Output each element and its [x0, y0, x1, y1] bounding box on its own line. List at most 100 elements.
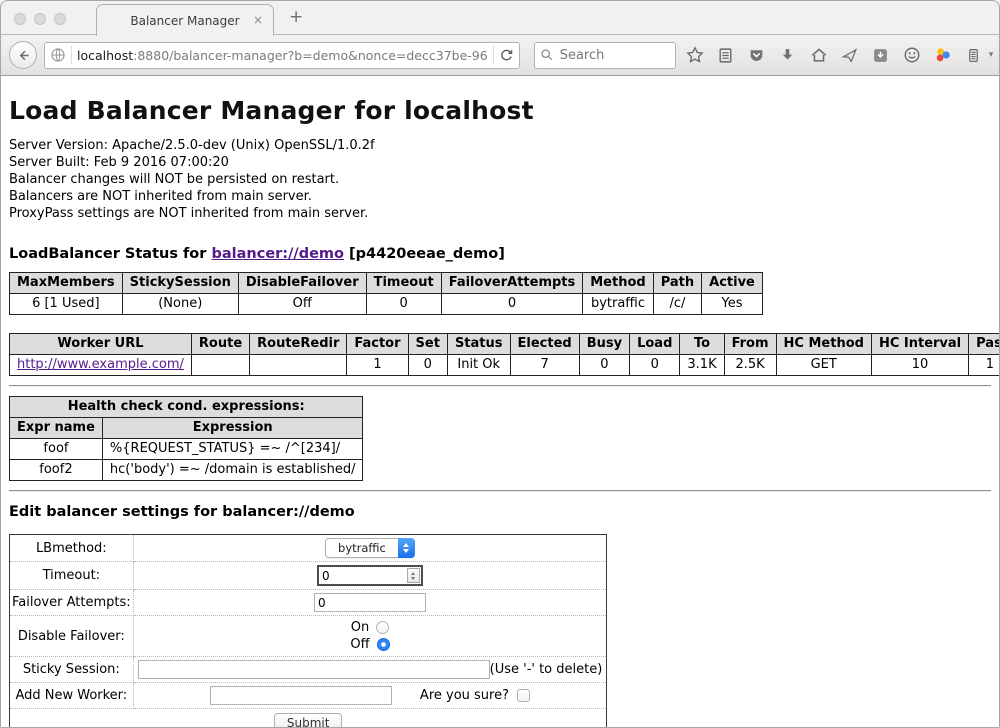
table-title-row: Health check cond. expressions: [10, 397, 363, 418]
color-dots-icon [934, 46, 952, 64]
status-heading-prefix: LoadBalancer Status for [9, 246, 211, 262]
status-cell: Init Ok [447, 355, 510, 376]
expression-cell: %{REQUEST_STATUS} =~ /^[234]/ [102, 439, 363, 460]
column-header: To [680, 334, 724, 355]
failover-attempts-label: Failover Attempts: [10, 590, 134, 616]
star-icon [686, 46, 704, 64]
home-button[interactable] [807, 43, 831, 67]
disable-failover-on-radio[interactable] [376, 621, 389, 634]
busy-cell: 0 [579, 355, 629, 376]
from-cell: 2.5K [724, 355, 776, 376]
url-path: :8880/balancer-manager?b=demo&nonce=decc… [133, 48, 488, 63]
balancer-status-table: MaxMembers StickySession DisableFailover… [9, 272, 763, 315]
site-identity-globe-icon[interactable] [50, 47, 66, 63]
worker-url-cell: http://www.example.com/ [10, 355, 192, 376]
status-heading-suffix: [p4420eeae_demo] [344, 246, 505, 262]
back-button[interactable] [9, 41, 37, 69]
are-you-sure-checkbox[interactable] [517, 689, 530, 702]
inherit-note-line: Balancers are NOT inherited from main se… [9, 188, 991, 205]
timeout-input[interactable] [319, 569, 407, 583]
bookmark-star-button[interactable] [683, 43, 707, 67]
search-bar[interactable] [534, 42, 676, 69]
pocket-button[interactable] [745, 43, 769, 67]
balancer-demo-link[interactable]: balancer://demo [211, 246, 344, 262]
reload-icon[interactable] [499, 48, 514, 63]
stickysession-cell: (None) [122, 294, 238, 315]
failover-attempts-input[interactable] [314, 593, 426, 612]
form-row-timeout: Timeout: [10, 562, 607, 590]
server-built-line: Server Built: Feb 9 2016 07:00:20 [9, 154, 991, 171]
health-check-table: Health check cond. expressions: Expr nam… [9, 396, 363, 481]
battery-icon [965, 47, 982, 64]
minimize-window-button[interactable] [34, 13, 46, 25]
maxmembers-cell: 6 [1 Used] [10, 294, 123, 315]
url-text[interactable]: localhost:8880/balancer-manager?b=demo&n… [77, 48, 488, 63]
radio-on-label: On [351, 619, 369, 636]
column-header: Status [447, 334, 510, 355]
persist-note-line: Balancer changes will NOT be persisted o… [9, 171, 991, 188]
url-bar[interactable]: localhost:8880/balancer-manager?b=demo&n… [44, 42, 520, 69]
form-row-failover-attempts: Failover Attempts: [10, 590, 607, 616]
overflow-caret-icon[interactable]: ▾ [989, 50, 994, 60]
worker-url-link[interactable]: http://www.example.com/ [17, 357, 184, 372]
edit-balancer-form: LBmethod: bytraffic Timeout: [9, 534, 607, 727]
worker-row: http://www.example.com/ 1 0 Init Ok 7 0 … [10, 355, 1000, 376]
to-cell: 3.1K [680, 355, 724, 376]
send-tab-button[interactable] [838, 43, 862, 67]
color-tool-button[interactable] [931, 43, 955, 67]
radio-off-label: Off [350, 636, 369, 653]
set-cell: 0 [408, 355, 447, 376]
disable-failover-off-radio[interactable] [377, 638, 390, 651]
submit-button[interactable]: Submit [274, 713, 343, 727]
zoom-window-button[interactable] [54, 13, 66, 25]
search-input[interactable] [558, 47, 658, 64]
column-header: From [724, 334, 776, 355]
path-cell: /c/ [653, 294, 701, 315]
number-spinner-icon[interactable] [407, 568, 420, 583]
timeout-label: Timeout: [10, 562, 134, 590]
column-header: DisableFailover [238, 273, 366, 294]
downloads-panel-button[interactable] [869, 43, 893, 67]
browser-window: Balancer Manager × + localhost:8880/bala… [0, 0, 1000, 728]
column-header: Path [653, 273, 701, 294]
battery-panel-button[interactable] [962, 43, 986, 67]
select-stepper-icon [398, 538, 415, 558]
expression-cell: hc('body') =~ /domain is established/ [102, 460, 363, 481]
edit-balancer-heading: Edit balancer settings for balancer://de… [9, 504, 991, 520]
new-tab-button[interactable]: + [289, 7, 303, 27]
close-window-button[interactable] [14, 13, 26, 25]
factor-cell: 1 [347, 355, 408, 376]
sticky-session-input[interactable] [138, 660, 490, 679]
elected-cell: 7 [510, 355, 579, 376]
column-header: Set [408, 334, 447, 355]
divider [9, 385, 991, 387]
form-row-disable-failover: Disable Failover: On Off [10, 616, 607, 657]
divider [9, 490, 991, 492]
column-header: Factor [347, 334, 408, 355]
worker-status-table: Worker URL Route RouteRedir Factor Set S… [9, 333, 999, 376]
feedback-button[interactable] [900, 43, 924, 67]
smiley-icon [903, 46, 921, 64]
column-header: Worker URL [10, 334, 192, 355]
column-header: Busy [579, 334, 629, 355]
form-row-add-worker: Add New Worker: Are you sure? [10, 683, 607, 709]
column-header: Expression [102, 418, 363, 439]
table-header-row: Expr name Expression [10, 418, 363, 439]
column-header: Elected [510, 334, 579, 355]
tab-balancer-manager[interactable]: Balancer Manager × [96, 4, 274, 36]
reading-list-button[interactable] [714, 43, 738, 67]
column-header: Route [191, 334, 249, 355]
download-button[interactable] [776, 43, 800, 67]
add-worker-input[interactable] [210, 686, 392, 705]
window-controls [14, 13, 66, 25]
reading-list-icon [717, 47, 734, 64]
lbmethod-select[interactable]: bytraffic [325, 538, 415, 558]
expr-row: foof2 hc('body') =~ /domain is establish… [10, 460, 363, 481]
column-header: HC Interval [871, 334, 968, 355]
route-cell [191, 355, 249, 376]
column-header: Passes [969, 334, 999, 355]
disablefailover-cell: Off [238, 294, 366, 315]
are-you-sure-label: Are you sure? [420, 688, 509, 703]
timeout-field-wrapper [317, 565, 423, 586]
close-tab-icon[interactable]: × [253, 13, 263, 27]
